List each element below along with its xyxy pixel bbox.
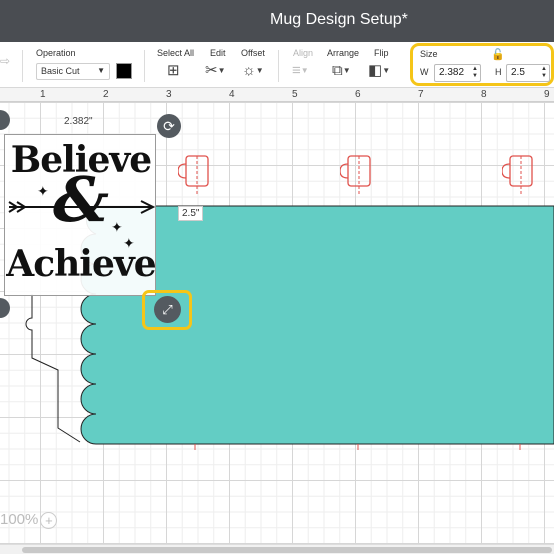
flip-label: Flip — [374, 48, 389, 58]
align-icon: ≡▼ — [292, 62, 309, 79]
height-prefix: H — [495, 67, 502, 77]
scissors-icon[interactable]: ✂▼ — [205, 62, 226, 80]
mug-guide-icon — [340, 155, 371, 196]
operation-label: Operation — [36, 48, 76, 58]
arrange-label: Arrange — [327, 48, 360, 58]
ruler-tick-label: 3 — [166, 89, 172, 100]
ruler-tick-label: 2 — [103, 89, 109, 100]
arrow-graphic — [8, 200, 156, 214]
width-stepper-icon[interactable]: ▲ ▼ — [472, 66, 478, 80]
sparkle-icon: ✦ — [37, 183, 49, 199]
design-image[interactable]: Believe & Achieve ✦ ✦ ✦ — [4, 134, 157, 296]
title-bar: Mug Design Setup* — [0, 0, 554, 42]
height-stepper-icon[interactable]: ▲ ▼ — [541, 66, 547, 80]
height-input[interactable]: 2.5 ▲ ▼ — [506, 64, 550, 82]
size-panel: Size 🔓 W 2.382 ▲ ▼ H 2.5 ▲ ▼ — [410, 43, 554, 86]
edit-label: Edit — [210, 48, 226, 58]
offset-label: Offset — [241, 48, 265, 58]
ruler-tick-label: 6 — [355, 89, 361, 100]
horizontal-ruler: 1 2 3 4 5 6 7 8 9 — [0, 88, 554, 102]
window-title: Mug Design Setup* — [270, 11, 408, 28]
resize-handle-icon[interactable]: ⤢ — [154, 296, 181, 323]
height-value: 2.5 — [511, 67, 525, 78]
rotate-handle-icon[interactable]: ⟳ — [157, 114, 181, 138]
toolbar-divider — [278, 50, 279, 82]
mug-guide-icon — [502, 155, 533, 196]
arrange-icon[interactable]: ⧉▼ — [332, 62, 351, 80]
lock-icon[interactable]: 🔓 — [491, 48, 505, 61]
sparkle-icon: ✦ — [123, 235, 135, 251]
zoom-control: 100% + — [0, 511, 58, 529]
select-all-icon[interactable]: ⊞ — [167, 62, 180, 80]
ruler-tick-label: 7 — [418, 89, 424, 100]
width-prefix: W — [420, 67, 429, 77]
operation-select[interactable]: Basic Cut ▼ — [36, 63, 110, 80]
redo-icon[interactable]: ⇨ — [0, 54, 10, 68]
zoom-in-button[interactable]: + — [40, 511, 58, 529]
width-readout: 2.382" — [64, 116, 93, 127]
ruler-tick-label: 9 — [544, 89, 550, 100]
zoom-value: 100% — [0, 511, 39, 528]
operation-value: Basic Cut — [41, 66, 80, 76]
scrollbar-thumb[interactable] — [22, 547, 552, 553]
chevron-down-icon: ▼ — [97, 66, 105, 75]
material-color-swatch[interactable] — [116, 63, 132, 79]
sparkle-icon: ✦ — [111, 219, 123, 235]
horizontal-scrollbar[interactable] — [0, 544, 554, 554]
ruler-tick-label: 1 — [40, 89, 46, 100]
width-value: 2.382 — [439, 67, 465, 78]
ruler-tick-label: 4 — [229, 89, 235, 100]
height-readout: 2.5" — [178, 206, 204, 221]
edit-toolbar: ⇨ Operation Basic Cut ▼ Select All ⊞ Edi… — [0, 42, 554, 88]
toolbar-divider — [144, 50, 145, 82]
toolbar-divider — [22, 50, 23, 82]
offset-icon[interactable]: ☼▼ — [242, 62, 264, 80]
width-input[interactable]: 2.382 ▲ ▼ — [434, 64, 481, 82]
ruler-tick-label: 8 — [481, 89, 487, 100]
select-all-label: Select All — [157, 48, 195, 58]
size-label: Size — [420, 49, 438, 59]
mug-guide-icon — [178, 155, 209, 196]
cutline-path — [25, 294, 81, 443]
align-label: Align — [293, 48, 314, 58]
flip-icon[interactable]: ◧▼ — [368, 62, 390, 80]
ruler-tick-label: 5 — [292, 89, 298, 100]
